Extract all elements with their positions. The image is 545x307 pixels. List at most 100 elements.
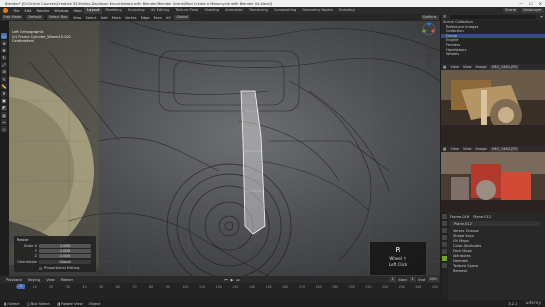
image-editor-2-icon[interactable]: ▦ [441, 147, 448, 151]
drag-selector[interactable]: Select Box [46, 15, 70, 20]
current-frame-field[interactable]: 1 [389, 277, 396, 282]
outliner-panel[interactable]: ☰ ⏷ Scene Collection Reference Images Co… [441, 14, 545, 64]
filter-icon[interactable]: ⏷ [538, 15, 545, 19]
viewport-menu-face[interactable]: Face [152, 16, 164, 20]
status-version: 3.2.1 [508, 301, 518, 306]
outliner-search-input[interactable] [450, 15, 537, 19]
timeline-menu-playback[interactable]: Playback [0, 278, 25, 282]
transform-tool-icon[interactable]: ⊞ [1, 68, 7, 75]
image-editor-2-menu-view-2[interactable]: View [461, 147, 474, 151]
reference-photo-engine-closeup [441, 70, 545, 146]
orientation-dropdown[interactable]: Global [39, 260, 91, 264]
knife-tool-icon[interactable]: ✂ [1, 119, 7, 126]
adjust-last-operation-panel[interactable]: Resize Scale X 1.005 Y 1.005 Z 1.005 Ori… [14, 236, 96, 272]
move-tool-icon[interactable]: ✥ [1, 47, 7, 54]
scale-tool-icon[interactable]: ⤢ [1, 61, 7, 68]
scale-y-field[interactable]: 1.005 [39, 249, 91, 253]
close-button[interactable]: ✕ [539, 1, 542, 6]
viewport-menu-uv[interactable]: UV [164, 16, 173, 20]
timeline-menu-marker[interactable]: Marker [58, 278, 76, 282]
workspace-tab-texture-paint[interactable]: Texture Paint [172, 7, 201, 14]
scale-z-field[interactable]: 1.005 [39, 254, 91, 258]
blender-logo-icon[interactable] [3, 8, 8, 13]
viewport-menu-add[interactable]: Add [99, 16, 110, 20]
select-box-tool-icon[interactable]: ▭ [1, 33, 7, 39]
maximize-button[interactable]: ☐ [529, 1, 533, 6]
navigation-gizmo[interactable] [420, 22, 438, 72]
proportional-checkbox[interactable] [39, 266, 42, 270]
timeline-tick-label: 210 [365, 285, 372, 289]
timeline-tick-label: 130 [232, 285, 239, 289]
image-editor-1-menu-view-2[interactable]: View [461, 65, 474, 69]
image-editor-2-image-name[interactable]: IMG_1462.JPG [490, 146, 520, 152]
render-properties-tab-icon[interactable] [442, 221, 447, 226]
workspace-tab-shading[interactable]: Shading [201, 7, 222, 14]
workspace-tab-animation[interactable]: Animation [222, 7, 246, 14]
jump-end-icon[interactable]: ⏭ [235, 278, 241, 282]
menu-file[interactable]: File [11, 9, 22, 13]
unit-label: Centimeters [12, 39, 35, 43]
properties-object-name: Frame.016 [450, 214, 470, 219]
proportional-label: Proportional Editing [44, 266, 80, 270]
status-box-select-hint: Box Select [30, 301, 50, 306]
workspace-tab-rendering[interactable]: Rendering [246, 7, 270, 14]
workspace-tab-modeling[interactable]: Modeling [102, 7, 124, 14]
inset-tool-icon[interactable]: ▣ [1, 97, 7, 104]
bevel-tool-icon[interactable]: ◩ [1, 104, 7, 111]
rotate-tool-icon[interactable]: ↻ [1, 54, 7, 61]
status-select-hint: Select [8, 301, 20, 306]
outliner-editor-icon[interactable]: ☰ [441, 15, 448, 19]
start-frame-field[interactable]: 1 [409, 277, 416, 282]
image-editor-2-menu-image[interactable]: Image [473, 147, 488, 151]
tool-properties-tab-icon[interactable] [442, 214, 447, 219]
workspace-tab-uv-editing[interactable]: UV Editing [148, 7, 173, 14]
viewport-menu-view[interactable]: View [71, 16, 84, 20]
udemy-watermark: udemy [525, 301, 541, 306]
image-editor-top[interactable]: ▦ View View Image IMG_1481.JPG [441, 64, 545, 146]
menu-render[interactable]: Render [34, 9, 52, 13]
minimize-button[interactable]: — [519, 1, 523, 6]
image-editor-icon[interactable]: ▦ [441, 65, 448, 69]
panel-title: Resize [17, 238, 29, 242]
outliner-item-wheels[interactable]: Wheels [441, 52, 545, 57]
workspace-tab-scripting[interactable]: Scripting [336, 7, 358, 14]
viewport-menu-select[interactable]: Select [84, 16, 99, 20]
status-bar: ◧ Select ◫ Box Select ◨ Rotate View Obje… [0, 300, 545, 307]
scene-selector[interactable]: Scene [502, 8, 518, 13]
measure-tool-icon[interactable]: 📏 [1, 83, 7, 90]
options-dropdown[interactable]: Options [420, 15, 439, 20]
extrude-tool-icon[interactable]: ⬆ [1, 90, 7, 97]
image-editor-bottom[interactable]: ▦ View View Image IMG_1462.JPG [441, 146, 545, 212]
image-editor-1-image-name[interactable]: IMG_1481.JPG [490, 64, 520, 70]
panel-remesh[interactable]: Remesh [441, 269, 545, 274]
viewport-menu-mesh[interactable]: Mesh [110, 16, 123, 20]
image-editor-2-menu-view[interactable]: View [448, 147, 461, 151]
image-editor-1-menu-image[interactable]: Image [473, 65, 488, 69]
annotate-tool-icon[interactable]: ✎ [1, 76, 7, 83]
viewport-menu-edge[interactable]: Edge [139, 16, 152, 20]
workspace-tab-geometry-nodes[interactable]: Geometry Nodes [299, 7, 335, 14]
timeline-playhead[interactable]: 1 [17, 284, 25, 289]
image-editor-1-menu-view[interactable]: View [448, 65, 461, 69]
timeline-menu-keying[interactable]: Keying [25, 278, 43, 282]
orientation-selector[interactable]: Default [26, 15, 44, 20]
timeline-menu-view[interactable]: View [43, 278, 58, 282]
poly-build-tool-icon[interactable]: ◇ [1, 126, 7, 133]
workspace-tab-layout[interactable]: Layout [84, 7, 103, 14]
properties-editor[interactable]: Frame.016 Plane.012 Plane.012 Vertex Gro… [441, 212, 545, 300]
status-rotate-hint: Rotate View [61, 301, 83, 306]
workspace-tab-compositing[interactable]: Compositing [271, 7, 300, 14]
mode-selector[interactable]: Edit Mode [1, 15, 24, 20]
menu-help[interactable]: Help [71, 9, 84, 13]
scale-x-field[interactable]: 1.005 [39, 244, 91, 248]
menu-window[interactable]: Window [52, 9, 71, 13]
mesh-datablock-field[interactable]: Plane.012 [450, 222, 472, 226]
menu-edit[interactable]: Edit [22, 9, 34, 13]
viewport-menu-vertex[interactable]: Vertex [123, 16, 139, 20]
workspace-tab-sculpting[interactable]: Sculpting [125, 7, 148, 14]
end-frame-field[interactable]: 250 [427, 277, 439, 282]
cursor-tool-icon[interactable]: ⊕ [1, 40, 7, 47]
loop-cut-tool-icon[interactable]: ▥ [1, 112, 7, 119]
view-layer-selector[interactable]: ViewLayer [520, 8, 544, 13]
transform-orientation-selector[interactable]: Global [174, 15, 190, 20]
